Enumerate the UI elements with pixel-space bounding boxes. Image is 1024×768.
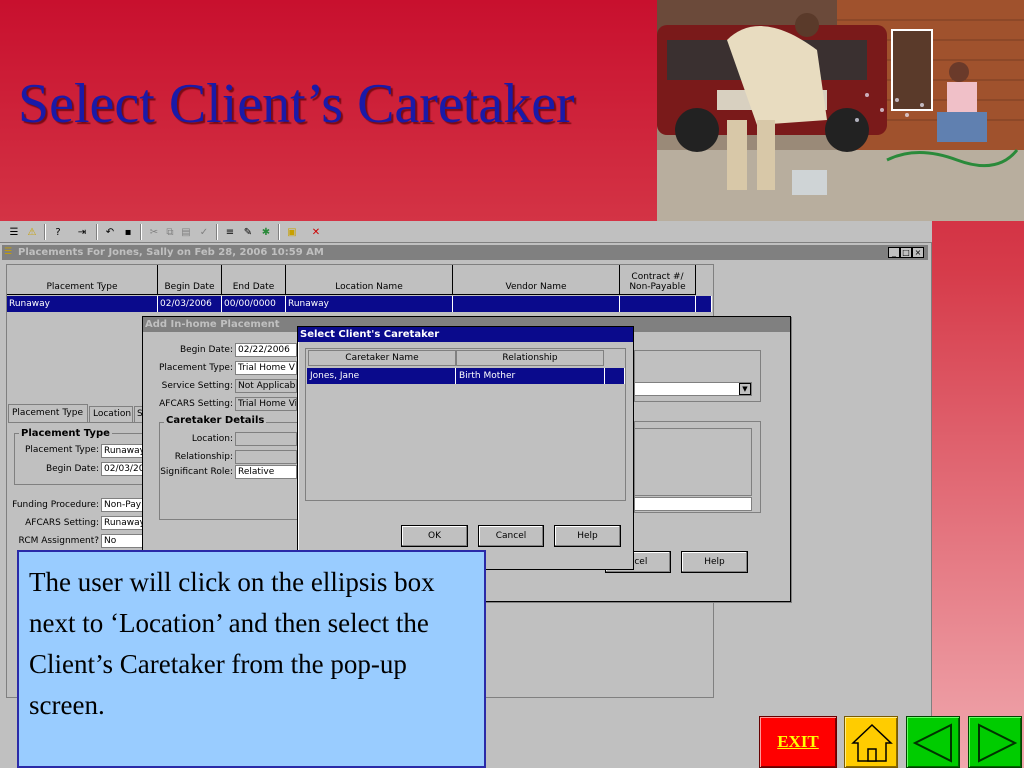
column-header[interactable]: Vendor Name [453,265,620,295]
column-header[interactable]: Begin Date [158,265,222,295]
dropdown-field[interactable] [634,382,752,396]
toolbar-separator [216,224,218,240]
placement-type-field[interactable]: Trial Home V [235,361,297,375]
funding-procedure-field[interactable]: Non-Pay [101,498,144,512]
toolbar-separator [44,224,46,240]
save-icon[interactable]: ▪ [120,224,136,240]
field-label: Placement Type: [24,445,99,455]
table-cell[interactable] [453,296,620,312]
next-arrow-icon [978,723,1018,763]
undo-icon[interactable]: ↶ [102,224,118,240]
dialog-title: Select Client's Caretaker [298,327,633,342]
placement-type-group [14,433,144,485]
check-icon[interactable]: ✓ [196,224,212,240]
exit-door-icon[interactable]: ⇥ [74,224,90,240]
back-arrow-icon [912,723,952,763]
close-icon[interactable]: ✕ [308,224,324,240]
list-icon[interactable]: ≡ [222,224,238,240]
placement-type-field[interactable]: Runaway [101,444,144,458]
next-button[interactable] [968,716,1022,768]
table-cell[interactable]: Jones, Jane [307,368,456,384]
callout-text: The user will click on the ellipsis box … [29,567,435,720]
pencil-icon[interactable]: ✎ [240,224,256,240]
field-label: AFCARS Setting: [159,399,233,409]
table-row-end [605,368,625,384]
field-label: Placement Type: [158,363,233,373]
close-icon[interactable]: × [912,247,924,258]
home-icon [851,723,893,762]
rcm-assignment-field[interactable]: No [101,534,144,548]
field-label: Begin Date: [45,464,99,474]
table-cell[interactable] [620,296,696,312]
field-label: Location: [191,434,233,444]
decorative-photo [657,0,1024,221]
tab-divider [8,422,144,423]
group-heading: Caretaker Details [164,415,267,426]
help-button[interactable]: Help [554,525,621,547]
location-field[interactable] [235,432,297,446]
paste-icon[interactable]: ▤ [178,224,194,240]
column-header[interactable]: Caretaker Name [308,350,456,366]
begin-date-field[interactable]: 02/22/2006 [235,343,297,357]
placements-window-title: Placements For Jones, Sally on Feb 28, 2… [2,245,928,260]
table-cell[interactable]: 00/00/0000 [222,296,286,312]
significant-role-field[interactable]: Relative [235,465,297,479]
maximize-icon[interactable]: □ [900,247,912,258]
table-cell[interactable]: Runaway [286,296,453,312]
cut-icon[interactable]: ✂ [146,224,162,240]
help-icon[interactable]: ? [50,224,66,240]
help-button[interactable]: Help [681,551,748,573]
field-label: Service Setting: [161,381,233,391]
chevron-down-icon[interactable]: ▼ [739,383,751,395]
table-row-end [696,296,712,312]
field-label: Funding Procedure: [12,500,99,510]
toolbar-separator [140,224,142,240]
field-label: Significant Role: [160,467,233,477]
relationship-field [235,450,297,464]
home-button[interactable] [844,716,898,768]
column-header[interactable]: Relationship [456,350,604,366]
window-icon[interactable]: ▣ [284,224,300,240]
text-field[interactable] [634,497,752,511]
slide-title: Select Client’s Caretaker [18,73,575,135]
field-label: RCM Assignment? [18,536,99,546]
tab-placement-type[interactable]: Placement Type [8,404,88,422]
tree-icon[interactable]: ☰ [6,224,22,240]
tools-icon[interactable]: ✱ [258,224,274,240]
field-label: AFCARS Setting: [25,518,99,528]
warning-icon[interactable]: ⚠ [24,224,40,240]
table-cell[interactable]: 02/03/2006 [158,296,222,312]
exit-label: EXIT [777,732,819,751]
instruction-callout: The user will click on the ellipsis box … [17,550,486,768]
table-cell[interactable]: Runaway [7,296,158,312]
column-header[interactable]: Placement Type [7,265,158,295]
ok-button[interactable]: OK [401,525,468,547]
table-cell[interactable]: Birth Mother [456,368,605,384]
afcars-setting-field: Trial Home Vi [235,397,297,411]
minimize-icon[interactable]: _ [888,247,900,258]
afcars-setting-field[interactable]: Runaway [101,516,144,530]
exit-button[interactable]: EXIT [759,716,837,768]
group-heading: Placement Type [19,428,112,439]
column-header[interactable]: Contract #/ Non-Payable [620,265,696,295]
tree-icon: ☰ [4,247,13,257]
service-setting-field: Not Applicabl [235,379,297,393]
tab-location[interactable]: Location [89,406,133,422]
begin-date-field[interactable]: 02/03/200 [101,462,144,476]
notes-area[interactable] [634,428,752,496]
column-header[interactable]: Location Name [286,265,453,295]
column-header[interactable]: End Date [222,265,286,295]
toolbar-separator [278,224,280,240]
field-label: Begin Date: [179,345,233,355]
cancel-button[interactable]: Cancel [478,525,544,547]
toolbar-separator [96,224,98,240]
back-button[interactable] [906,716,960,768]
field-label: Relationship: [174,452,233,462]
copy-icon[interactable]: ⧉ [162,224,178,240]
